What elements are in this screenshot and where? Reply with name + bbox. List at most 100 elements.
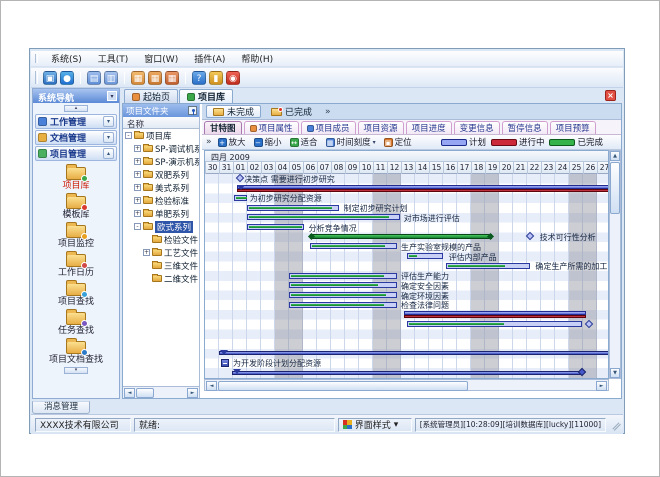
function-tab[interactable]: 暂停信息: [502, 121, 548, 134]
tool-定位[interactable]: ▣定位: [382, 135, 414, 149]
calendar-new-icon[interactable]: ▦: [131, 71, 145, 85]
gantt-bar-task[interactable]: [446, 263, 530, 269]
tool-缩小[interactable]: −缩小: [252, 135, 284, 149]
pin-icon[interactable]: [188, 106, 197, 115]
computer-icon[interactable]: ▣: [43, 71, 57, 85]
expander-icon[interactable]: +: [134, 171, 141, 178]
tree-node[interactable]: +检验标准: [123, 194, 199, 207]
expander-icon[interactable]: +: [134, 210, 141, 217]
gantt-bar-task[interactable]: [407, 253, 443, 259]
calendar-edit-icon[interactable]: ▦: [148, 71, 162, 85]
expander-icon[interactable]: -: [125, 132, 132, 139]
tool-放大[interactable]: +放大: [216, 135, 248, 149]
exit-icon[interactable]: ◉: [226, 71, 240, 85]
calendar-delete-icon[interactable]: ▦: [165, 71, 179, 85]
scroll-down-icon[interactable]: ▼: [610, 368, 620, 378]
toolbar-grip[interactable]: [35, 71, 38, 84]
expander-icon[interactable]: +: [134, 158, 141, 165]
gantt-bar-inprogress[interactable]: [404, 315, 586, 318]
resize-grip[interactable]: [608, 418, 621, 431]
gantt-horizontal-scrollbar[interactable]: ◄ ►: [204, 379, 609, 391]
tree-node[interactable]: -项目库: [123, 129, 199, 142]
function-tab[interactable]: 项目资源: [358, 121, 404, 134]
sidebar-group[interactable]: 文档管理▾: [35, 130, 117, 145]
expander-icon[interactable]: +: [134, 184, 141, 191]
function-tab[interactable]: 变更信息: [454, 121, 500, 134]
sidebar-item[interactable]: 项目查找: [33, 281, 119, 309]
more-tabs-icon[interactable]: »: [322, 107, 334, 117]
gantt-bar-complete[interactable]: [310, 234, 492, 239]
document-tab[interactable]: 起始页: [124, 89, 178, 103]
scroll-right-icon[interactable]: ►: [596, 381, 607, 391]
gantt-bar-task[interactable]: [407, 321, 582, 327]
tree-node[interactable]: +SP-演示机系: [123, 155, 199, 168]
scroll-thumb[interactable]: [218, 381, 468, 391]
folder-open-icon[interactable]: ▤: [87, 71, 101, 85]
tree-horizontal-scrollbar[interactable]: ◄ ►: [123, 386, 199, 398]
sidebar-item[interactable]: 任务查找: [33, 310, 119, 338]
menu-item[interactable]: 窗口(W): [136, 50, 186, 67]
menu-item[interactable]: 工具(T): [90, 50, 137, 67]
sidebar-group[interactable]: 工作管理▾: [35, 114, 117, 129]
tree-node[interactable]: -欧式系列: [123, 220, 199, 233]
chevron-icon[interactable]: ▴: [103, 148, 114, 159]
gantt-bar-task[interactable]: [247, 214, 400, 220]
tree-node[interactable]: 检验文件: [123, 233, 199, 246]
function-tab[interactable]: 项目进度: [406, 121, 452, 134]
sidebar-item[interactable]: 项目监控: [33, 223, 119, 251]
gantt-bar-task[interactable]: [289, 282, 397, 288]
tree-node[interactable]: 二维文件: [123, 272, 199, 285]
tool-时间刻度[interactable]: ▦时间刻度▾: [324, 135, 378, 149]
expander-icon[interactable]: +: [134, 145, 141, 152]
scroll-left-icon[interactable]: ◄: [206, 381, 217, 391]
subtab[interactable]: 未完成: [206, 105, 261, 118]
ui-style-selector[interactable]: 界面样式 ▾: [338, 418, 412, 432]
function-tab[interactable]: 甘特图: [204, 121, 242, 134]
function-tab[interactable]: 项目属性: [244, 121, 299, 134]
tree-node[interactable]: +单肥系列: [123, 207, 199, 220]
folder-window-icon[interactable]: ▥: [104, 71, 118, 85]
gantt-bar-summary[interactable]: [219, 351, 609, 355]
sidebar-item[interactable]: 项目库: [33, 165, 119, 193]
expander-icon[interactable]: +: [143, 249, 150, 256]
gantt-bar-inprogress[interactable]: [237, 189, 609, 192]
document-tab[interactable]: 项目库: [179, 89, 233, 103]
gantt-bar-task[interactable]: [289, 292, 397, 298]
tree-node[interactable]: +美式系列: [123, 181, 199, 194]
gantt-bar-plan[interactable]: [404, 311, 586, 315]
subtab[interactable]: 已完成: [265, 105, 318, 118]
sidebar-item[interactable]: 模板库: [33, 194, 119, 222]
gantt-bar-plan[interactable]: [237, 185, 609, 189]
expander-icon[interactable]: +: [134, 197, 141, 204]
scroll-thumb[interactable]: [610, 162, 620, 214]
menu-item[interactable]: 系统(S): [43, 50, 90, 67]
menu-item[interactable]: 帮助(H): [233, 50, 281, 67]
gantt-bar-task[interactable]: [247, 224, 304, 230]
gantt-bar-task[interactable]: [247, 205, 339, 211]
tree-node[interactable]: +SP-调试机系: [123, 142, 199, 155]
collapse-down-icon[interactable]: ▾: [64, 367, 88, 374]
help-icon[interactable]: ?: [192, 71, 206, 85]
collapse-up-icon[interactable]: ▴: [64, 105, 88, 112]
menu-grip[interactable]: [35, 54, 38, 63]
message-management-tab[interactable]: 消息管理: [32, 401, 90, 414]
sidebar-item[interactable]: 工作日历: [33, 252, 119, 280]
tool-适合[interactable]: ↔适合: [288, 135, 320, 149]
sidebar-item[interactable]: 项目文档查找: [33, 339, 119, 367]
globe-icon[interactable]: ●: [60, 71, 74, 85]
lock-icon[interactable]: ▮: [209, 71, 223, 85]
menu-item[interactable]: 插件(A): [186, 50, 233, 67]
function-tab[interactable]: 项目预算: [550, 121, 596, 134]
scroll-left-icon[interactable]: ◄: [124, 388, 135, 398]
function-tab[interactable]: 项目成员: [301, 121, 356, 134]
gantt-bar-task[interactable]: [310, 243, 397, 249]
chevron-icon[interactable]: ▾: [103, 116, 114, 127]
scroll-right-icon[interactable]: ►: [187, 388, 198, 398]
gantt-vertical-scrollbar[interactable]: ▲ ▼: [609, 150, 621, 379]
expander-icon[interactable]: -: [134, 223, 141, 230]
sidebar-menu-icon[interactable]: ▾: [107, 91, 117, 101]
close-icon[interactable]: ×: [605, 90, 616, 101]
chevron-icon[interactable]: ▾: [103, 132, 114, 143]
more-tools-icon[interactable]: »: [206, 137, 212, 147]
gantt-bar-task[interactable]: [234, 195, 247, 201]
